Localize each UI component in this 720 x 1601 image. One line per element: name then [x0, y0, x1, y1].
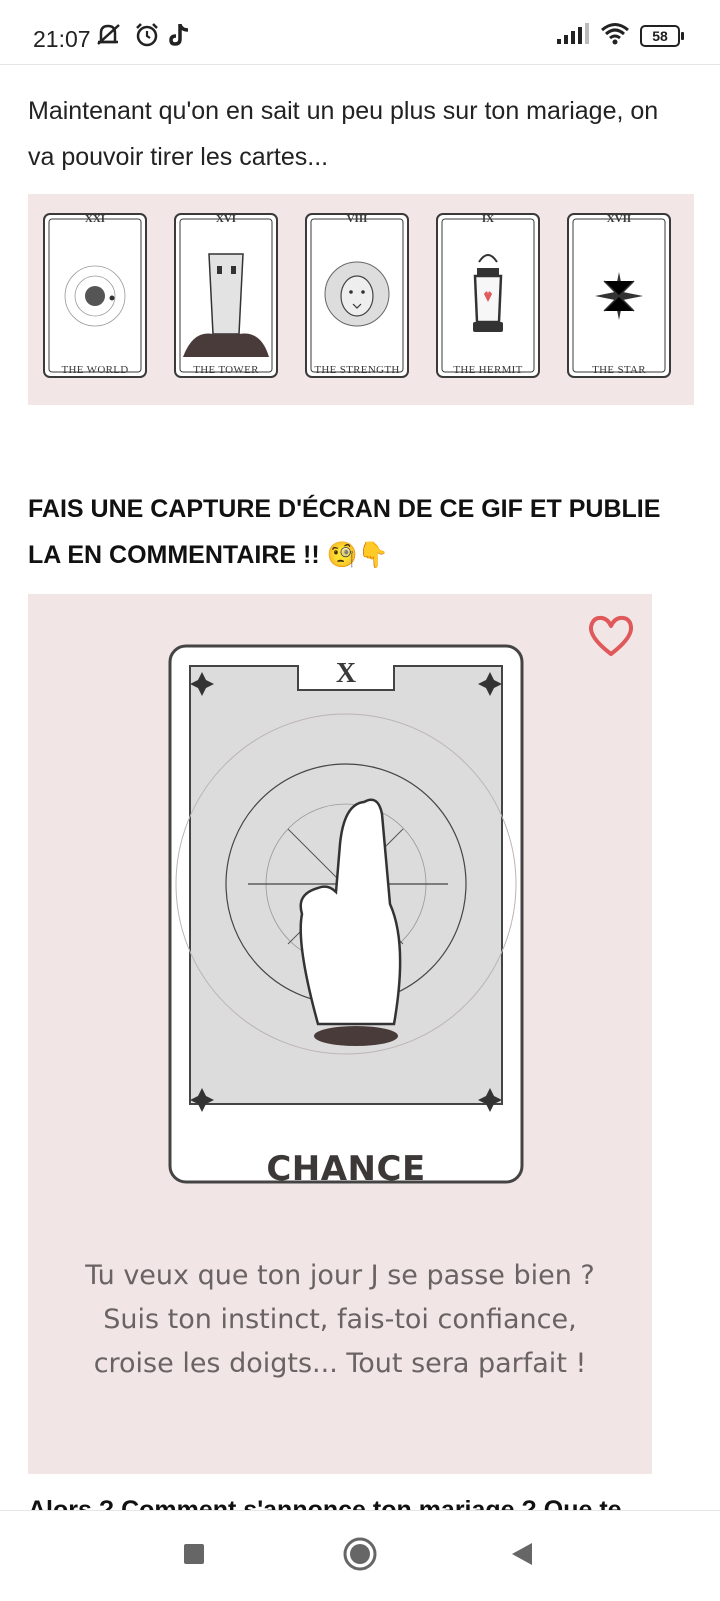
card-numeral: IX: [481, 213, 495, 225]
card-numeral: XVI: [215, 213, 237, 225]
heart-icon[interactable]: [586, 614, 636, 663]
card-name: THE STAR: [592, 364, 646, 376]
card-name: THE TOWER: [193, 364, 259, 376]
mute-icon: [95, 22, 125, 53]
card-numeral: XVII: [606, 213, 632, 225]
tarot-cards-strip[interactable]: XXI THE WORLD XVI THE TOWER VIII THE STR…: [28, 194, 694, 405]
monocle-pointing-down-emoji-icon: 🧐👇: [326, 540, 389, 569]
status-right-group: 58: [556, 22, 684, 51]
tarot-card-world: XXI THE WORLD: [42, 212, 148, 379]
card-name: THE WORLD: [61, 364, 129, 376]
tarot-card-strength: VIII THE STRENGTH: [304, 212, 410, 379]
chance-card-illustration: [168, 644, 524, 1184]
card-numeral: VIII: [346, 213, 368, 225]
recent-apps-button[interactable]: [168, 1531, 220, 1581]
home-button[interactable]: [334, 1531, 386, 1581]
card-numeral: XXI: [84, 213, 106, 225]
card-name: THE STRENGTH: [314, 364, 400, 376]
wifi-icon: [600, 22, 630, 51]
tarot-card-star: XVII THE STAR: [566, 212, 672, 379]
card-numeral: X: [335, 658, 357, 689]
tarot-gif[interactable]: X CHANCE Tu veux que ton jour J se passe…: [28, 594, 652, 1474]
card-title: CHANCE: [266, 1149, 426, 1189]
battery-icon: 58: [640, 25, 684, 47]
back-button[interactable]: [496, 1531, 548, 1581]
status-bar: 21:07 58: [0, 0, 720, 65]
tarot-card-tower: XVI THE TOWER: [173, 212, 279, 379]
back-triangle-icon: [510, 1541, 534, 1572]
intro-text: Maintenant qu'on en sait un peu plus sur…: [28, 97, 659, 171]
signal-icon: [556, 22, 590, 50]
card-name: THE HERMIT: [453, 364, 523, 376]
status-time: 21:07: [33, 26, 91, 52]
alarm-icon: [134, 22, 160, 53]
cutoff-text: Alors ? Comment s'annonce ton mariage ? …: [28, 1496, 622, 1510]
navigation-bar: [0, 1510, 720, 1601]
tarot-card-hermit: IX THE HERMIT: [435, 212, 541, 379]
tiktok-icon: [168, 22, 192, 53]
section-heading: FAIS UNE CAPTURE D'ÉCRAN DE CE GIF ET PU…: [28, 486, 688, 578]
square-icon: [183, 1543, 205, 1570]
circle-icon: [343, 1537, 377, 1576]
card-message: Tu veux que ton jour J se passe bien ? S…: [85, 1260, 595, 1379]
